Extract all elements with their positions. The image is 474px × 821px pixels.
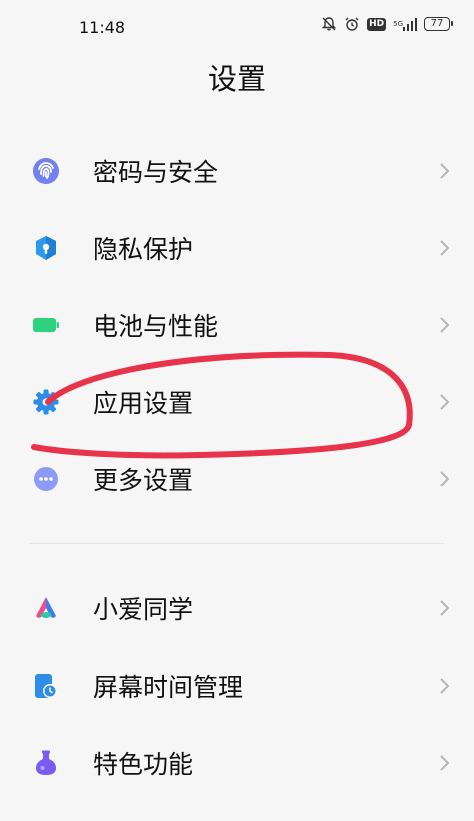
more-icon [32,465,60,493]
settings-item-label: 屏幕时间管理 [93,673,244,702]
chevron-right-icon [438,161,452,181]
section-divider [30,543,444,544]
settings-item-screen-time[interactable]: 屏幕时间管理 [0,648,474,724]
settings-item-label: 特色功能 [93,750,194,779]
flask-icon [32,749,60,777]
bell-muted-icon [321,16,337,32]
chevron-right-icon [438,392,452,412]
screen-time-icon [32,672,60,700]
shield-icon [32,234,60,262]
battery-indicator: 77 [424,17,453,31]
status-bar: 11:48 HD 5G 77 [0,0,474,54]
settings-item-xiaoai[interactable]: 小爱同学 [0,570,474,646]
settings-item-label: 更多设置 [93,466,194,495]
network-type: 5G [393,19,403,28]
settings-item-privacy[interactable]: 隐私保护 [0,210,474,286]
chevron-right-icon [438,315,452,335]
fingerprint-icon [32,157,60,185]
battery-icon [32,311,60,339]
settings-item-label: 密码与安全 [93,158,219,187]
settings-item-label: 小爱同学 [93,595,194,624]
chevron-right-icon [438,598,452,618]
battery-level: 77 [430,18,444,29]
chevron-right-icon [438,753,452,773]
chevron-right-icon [438,238,452,258]
chevron-right-icon [438,676,452,696]
signal-icon: 5G [393,17,417,31]
settings-item-label: 应用设置 [93,389,194,418]
settings-item-label: 电池与性能 [93,312,219,341]
settings-item-special-features[interactable]: 特色功能 [0,725,474,801]
settings-item-more-settings[interactable]: 更多设置 [0,441,474,517]
alarm-icon [344,16,360,32]
settings-item-battery-performance[interactable]: 电池与性能 [0,287,474,363]
chevron-right-icon [438,469,452,489]
status-time: 11:48 [79,18,126,37]
page-title: 设置 [207,62,266,96]
settings-item-app-settings[interactable]: 应用设置 [0,364,474,440]
settings-item-password-security[interactable]: 密码与安全 [0,133,474,209]
status-icons: HD 5G 77 [321,16,453,32]
xiaoai-icon [32,594,60,622]
gear-icon [32,388,60,416]
settings-item-label: 隐私保护 [93,235,194,264]
hd-icon: HD [367,17,387,31]
